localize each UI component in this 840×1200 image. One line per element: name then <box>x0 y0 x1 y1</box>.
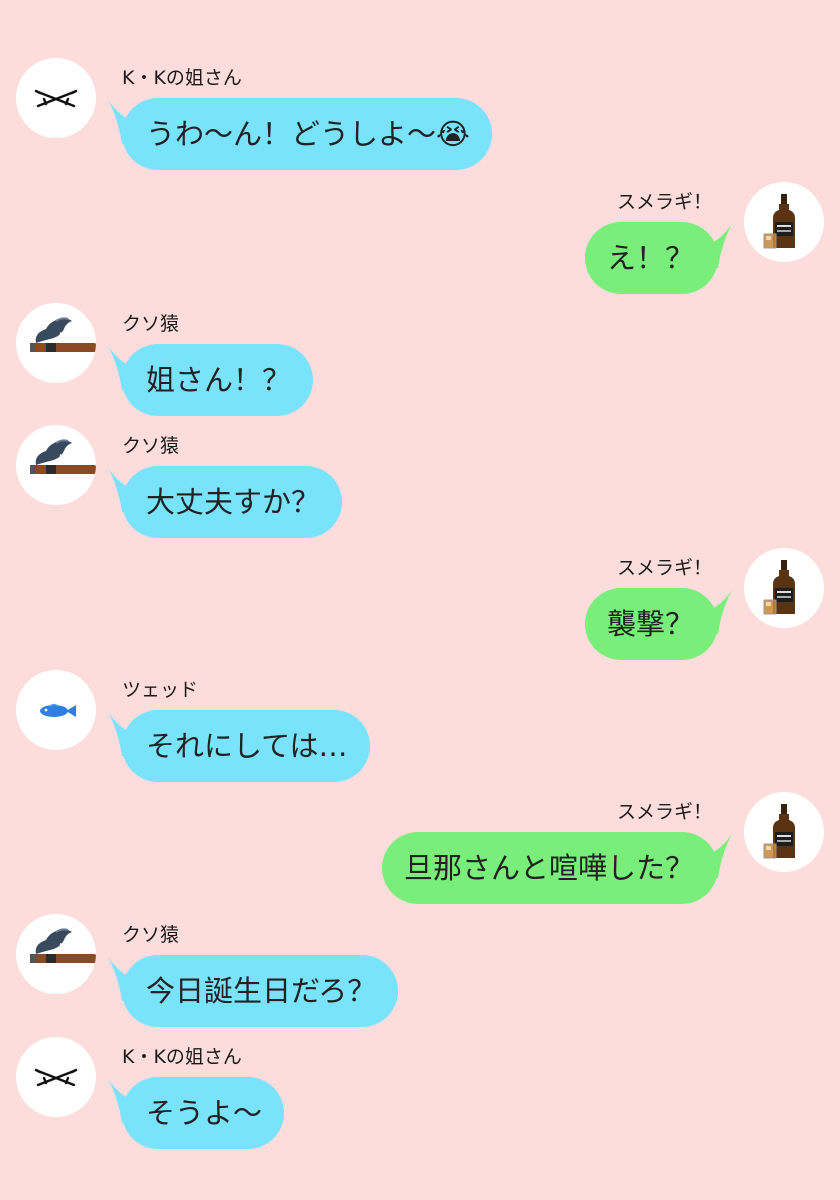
sender-name: スメラギ！ <box>616 557 712 579</box>
message-text: え！？ <box>606 241 694 275</box>
whiskey-bottle-icon <box>744 792 824 872</box>
sender-name: クソ猿 <box>122 435 180 457</box>
message-text: そうよ〜 <box>146 1096 263 1130</box>
message-text: うわ〜ん！どうしよ〜😭 <box>146 117 470 151</box>
avatar[interactable] <box>16 914 96 994</box>
message-text: 今日誕生日だろ？ <box>146 974 377 1008</box>
message-text: 姐さん！？ <box>146 363 292 397</box>
sender-name: ツェッド <box>122 679 199 701</box>
message-bubble[interactable]: 襲撃？ <box>584 588 732 660</box>
message-bubble[interactable]: うわ〜ん！どうしよ〜😭 <box>108 98 492 170</box>
crossed-rifles-icon <box>16 58 96 138</box>
cigar-icon <box>16 303 96 383</box>
avatar[interactable] <box>16 303 96 383</box>
bubble-tail <box>698 590 732 634</box>
message-bubble[interactable]: 大丈夫すか？ <box>108 466 343 538</box>
sender-name: クソ猿 <box>122 313 180 335</box>
message-text: それにしては… <box>146 729 348 763</box>
bubble-tail <box>108 100 142 144</box>
avatar[interactable] <box>744 548 824 628</box>
avatar[interactable] <box>16 425 96 505</box>
bubble-tail <box>108 712 142 756</box>
message-text: 襲撃？ <box>606 607 694 641</box>
avatar[interactable] <box>744 792 824 872</box>
message-text: 大丈夫すか？ <box>146 485 321 519</box>
whiskey-bottle-icon <box>744 548 824 628</box>
message-text: 旦那さんと喧嘩した？ <box>403 851 694 885</box>
message-bubble[interactable]: それにしては… <box>108 710 370 782</box>
sender-name: K・Kの姐さん <box>122 1046 242 1068</box>
message-bubble[interactable]: 旦那さんと喧嘩した？ <box>381 832 732 904</box>
message-bubble[interactable]: え！？ <box>584 222 732 294</box>
avatar[interactable] <box>16 1037 96 1117</box>
message-bubble[interactable]: 姐さん！？ <box>108 344 314 416</box>
message-bubble[interactable]: 今日誕生日だろ？ <box>108 955 399 1027</box>
message-bubble[interactable]: そうよ〜 <box>108 1077 285 1149</box>
cigar-icon <box>16 425 96 505</box>
cigar-icon <box>16 914 96 994</box>
sender-name: K・Kの姐さん <box>122 67 242 89</box>
bubble-tail <box>698 224 732 268</box>
bubble-tail <box>108 346 142 390</box>
sender-name: クソ猿 <box>122 924 180 946</box>
bubble-tail <box>108 1079 142 1123</box>
crossed-rifles-icon <box>16 1037 96 1117</box>
bubble-tail <box>108 468 142 512</box>
avatar[interactable] <box>16 670 96 750</box>
avatar[interactable] <box>16 58 96 138</box>
whiskey-bottle-icon <box>744 182 824 262</box>
blue-fish-icon <box>16 670 96 750</box>
bubble-tail <box>108 957 142 1001</box>
sender-name: スメラギ！ <box>616 191 712 213</box>
bubble-tail <box>698 834 732 878</box>
avatar[interactable] <box>744 182 824 262</box>
sender-name: スメラギ！ <box>616 801 712 823</box>
